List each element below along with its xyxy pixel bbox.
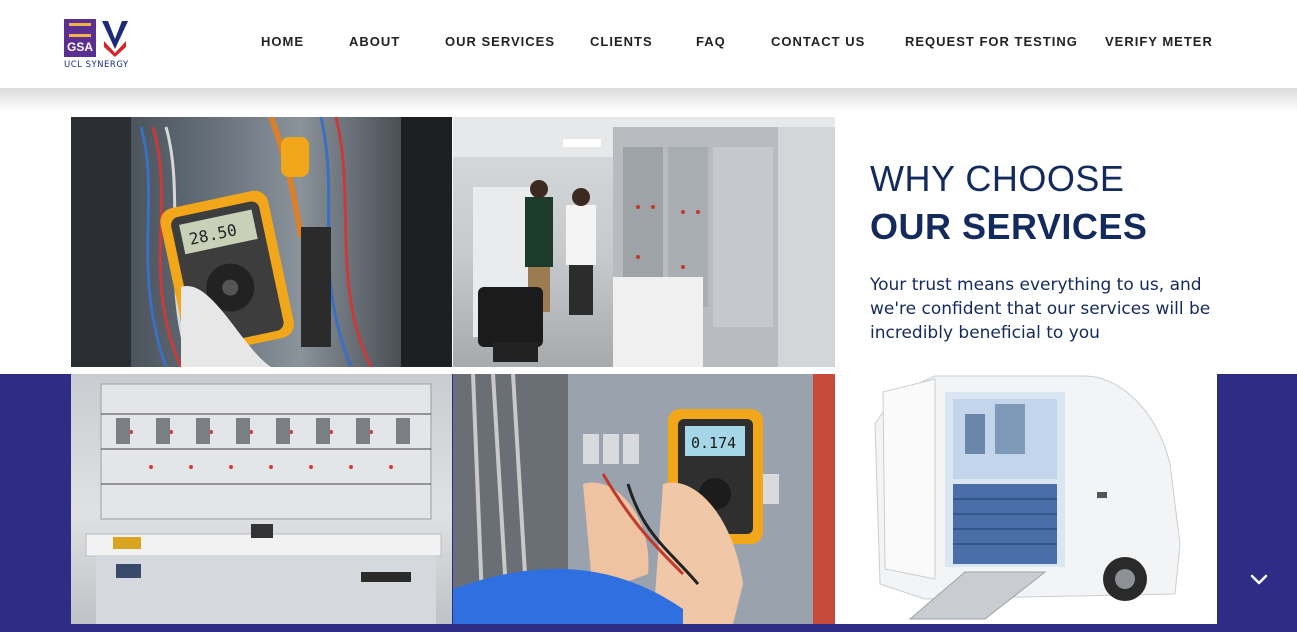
nav-our-services[interactable]: OUR SERVICES xyxy=(445,34,555,49)
logo-wordmark: UCL SYNERGY xyxy=(64,60,129,70)
section-heading-bold: OUR SERVICES xyxy=(870,206,1148,247)
section-heading-light: WHY CHOOSE xyxy=(870,158,1125,199)
nav-home[interactable]: HOME xyxy=(261,34,304,49)
section-description: Your trust means everything to us, and w… xyxy=(870,275,1211,343)
nav-clients[interactable]: CLIENTS xyxy=(590,34,653,49)
photo-multimeter-panel: 28.50 xyxy=(71,117,452,367)
meter-reading-2: 0.174 xyxy=(691,434,736,452)
header-shadow xyxy=(0,88,1297,112)
photo-mobile-lab-van xyxy=(835,374,1217,624)
nav-about[interactable]: ABOUT xyxy=(349,34,400,49)
nav-verify-meter[interactable]: VERIFY METER xyxy=(1105,34,1213,49)
chevron-down-icon[interactable] xyxy=(1247,569,1271,591)
photo-test-room xyxy=(453,117,835,367)
site-header: GSA UCL SYNERGY HOME ABOUT OUR SERVICES … xyxy=(0,0,1297,88)
main-nav: HOME ABOUT OUR SERVICES CLIENTS FAQ CONT… xyxy=(0,34,1297,52)
nav-faq[interactable]: FAQ xyxy=(696,34,726,49)
nav-contact-us[interactable]: CONTACT US xyxy=(771,34,865,49)
photo-hand-multimeter: 0.174 xyxy=(453,374,835,624)
photo-meter-test-bench xyxy=(71,374,452,624)
nav-request-for-testing[interactable]: REQUEST FOR TESTING xyxy=(905,34,1078,49)
